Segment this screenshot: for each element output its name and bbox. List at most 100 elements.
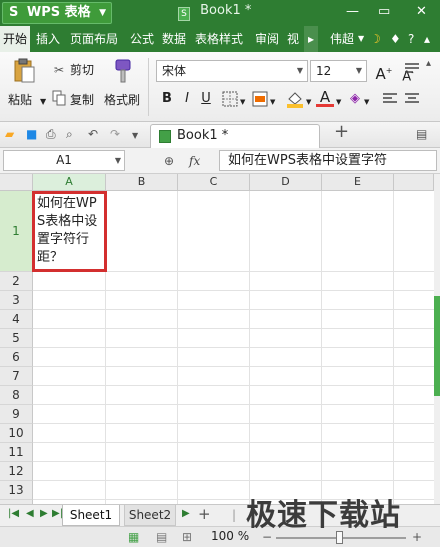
row-header[interactable]: 9 xyxy=(0,405,33,424)
help-icon[interactable]: ? xyxy=(408,26,414,52)
row-header[interactable]: 6 xyxy=(0,348,33,367)
sheet-tab-sheet2[interactable]: Sheet2 xyxy=(124,505,176,526)
page-layout-view-icon[interactable]: ▤ xyxy=(156,529,167,545)
formula-input[interactable]: 如何在WPS表格中设置字符 xyxy=(219,150,437,171)
prev-sheet-icon[interactable]: ◀ xyxy=(26,508,34,519)
chevron-down-icon[interactable]: ▼ xyxy=(364,94,369,110)
zoom-formula-icon[interactable]: ⊕ xyxy=(164,153,174,169)
row-header[interactable]: 5 xyxy=(0,329,33,348)
column-header-b[interactable]: B xyxy=(106,174,178,191)
collapse-ribbon-icon[interactable]: ▴ xyxy=(424,26,430,52)
column-header-c[interactable]: C xyxy=(178,174,250,191)
copy-button[interactable]: 复制 xyxy=(70,92,94,108)
chevron-down-icon[interactable]: ▼ xyxy=(240,94,245,110)
row-header[interactable]: 2 xyxy=(0,272,33,291)
underline-button[interactable]: U xyxy=(197,90,215,108)
menu-formulas[interactable]: 公式 xyxy=(130,26,154,52)
menu-insert[interactable]: 插入 xyxy=(36,26,60,52)
format-painter-button[interactable]: 格式刷 xyxy=(104,92,140,108)
menu-scroll-right-icon[interactable]: ▸ xyxy=(304,26,318,52)
row-header[interactable]: 3 xyxy=(0,291,33,310)
paste-icon[interactable] xyxy=(14,58,36,84)
document-title: Book1 * xyxy=(200,3,252,18)
gridline xyxy=(33,404,434,405)
next-sheet-icon[interactable]: ▶ xyxy=(40,508,48,519)
column-header-d[interactable]: D xyxy=(250,174,322,191)
redo-icon[interactable]: ↷ xyxy=(110,126,120,142)
font-name-value: 宋体 xyxy=(162,64,187,78)
format-painter-icon[interactable] xyxy=(110,58,134,84)
normal-view-icon[interactable]: ▦ xyxy=(128,529,139,545)
skin-icon[interactable]: ☽ xyxy=(370,26,381,52)
select-all-corner[interactable] xyxy=(0,174,33,191)
customize-toolbar-icon[interactable]: ▼ xyxy=(132,128,138,144)
app-menu-button[interactable]: S WPS 表格 ▼ xyxy=(2,2,112,24)
user-chevron-icon[interactable]: ▼ xyxy=(358,26,364,52)
paste-button[interactable]: 粘贴 xyxy=(8,92,32,108)
row-header[interactable]: 10 xyxy=(0,424,33,443)
add-sheet-button[interactable]: + xyxy=(198,506,211,522)
zoom-in-icon[interactable]: + xyxy=(412,529,422,545)
row-header[interactable]: 7 xyxy=(0,367,33,386)
tab-list-icon[interactable]: ▤ xyxy=(416,126,427,142)
new-tab-button[interactable]: + xyxy=(334,123,349,141)
gridline xyxy=(33,309,434,310)
column-header-e[interactable]: E xyxy=(322,174,394,191)
maximize-icon[interactable]: ▭ xyxy=(378,4,390,19)
clear-format-icon[interactable]: ◈ xyxy=(346,90,364,108)
merge-cells-icon[interactable] xyxy=(252,91,268,107)
borders-icon[interactable] xyxy=(222,91,238,107)
tab-split-icon[interactable]: | xyxy=(232,507,236,523)
name-box[interactable]: A1 ▼ xyxy=(3,150,125,171)
close-icon[interactable]: ✕ xyxy=(416,4,427,19)
increase-font-icon[interactable]: A+ xyxy=(375,62,393,83)
print-preview-icon[interactable]: ⌕ xyxy=(66,126,73,142)
cell-a1[interactable]: 如何在WPS表格中设置字符行距？ xyxy=(32,191,107,272)
ribbon-scroll-icon[interactable]: ▴ xyxy=(426,56,431,72)
menu-home[interactable]: 开始 xyxy=(0,26,31,52)
cut-button[interactable]: 剪切 xyxy=(70,62,94,78)
chevron-down-icon[interactable]: ▼ xyxy=(336,94,341,110)
column-header-a[interactable]: A xyxy=(33,174,106,191)
font-color-icon[interactable]: A xyxy=(316,88,334,107)
first-sheet-icon[interactable]: |◀ xyxy=(8,508,19,519)
row-header[interactable]: 8 xyxy=(0,386,33,405)
paste-chevron-icon[interactable]: ▼ xyxy=(40,94,46,110)
row-header[interactable]: 11 xyxy=(0,443,33,462)
align-left-icon[interactable] xyxy=(382,92,398,106)
copy-icon[interactable] xyxy=(52,90,66,106)
minimize-icon[interactable]: — xyxy=(346,4,359,19)
chevron-down-icon[interactable]: ▼ xyxy=(270,94,275,110)
vertical-scrollbar-thumb[interactable] xyxy=(434,296,440,396)
print-icon[interactable]: ⎙ xyxy=(46,126,56,142)
menu-page-layout[interactable]: 页面布局 xyxy=(70,26,118,52)
chevron-down-icon[interactable]: ▼ xyxy=(306,94,311,110)
save-icon[interactable]: ■ xyxy=(26,126,37,142)
row-header-1[interactable]: 1 xyxy=(0,191,33,272)
font-size-select[interactable]: 12 ▼ xyxy=(310,60,367,82)
fill-color-icon[interactable] xyxy=(286,90,304,108)
shirt-icon[interactable]: ♦ xyxy=(390,26,401,52)
italic-button[interactable]: I xyxy=(178,90,196,108)
row-header[interactable]: 4 xyxy=(0,310,33,329)
document-tab[interactable]: Book1 * xyxy=(150,124,320,148)
sheet-scroll-right-icon[interactable]: ▶ xyxy=(182,508,190,519)
gridline xyxy=(321,191,322,504)
menu-review[interactable]: 审阅 xyxy=(255,26,279,52)
page-break-view-icon[interactable]: ⊞ xyxy=(182,529,192,545)
sheet-tab-sheet1[interactable]: Sheet1 xyxy=(62,505,120,526)
menu-table-style[interactable]: 表格样式 xyxy=(195,26,243,52)
font-name-select[interactable]: 宋体 ▼ xyxy=(156,60,308,82)
menu-data[interactable]: 数据 xyxy=(162,26,186,52)
undo-icon[interactable]: ↶ xyxy=(88,126,98,142)
menu-view[interactable]: 视 xyxy=(287,26,299,52)
bold-button[interactable]: B xyxy=(158,90,176,108)
align-center-icon[interactable] xyxy=(404,92,420,106)
user-name[interactable]: 伟超 xyxy=(330,26,354,52)
insert-function-button[interactable]: fx xyxy=(189,153,200,169)
wrap-text-icon[interactable] xyxy=(404,62,420,76)
row-header[interactable]: 13 xyxy=(0,481,33,500)
row-header[interactable]: 12 xyxy=(0,462,33,481)
scissors-icon[interactable]: ✂ xyxy=(54,62,64,78)
open-folder-icon[interactable]: ▰ xyxy=(5,126,14,142)
